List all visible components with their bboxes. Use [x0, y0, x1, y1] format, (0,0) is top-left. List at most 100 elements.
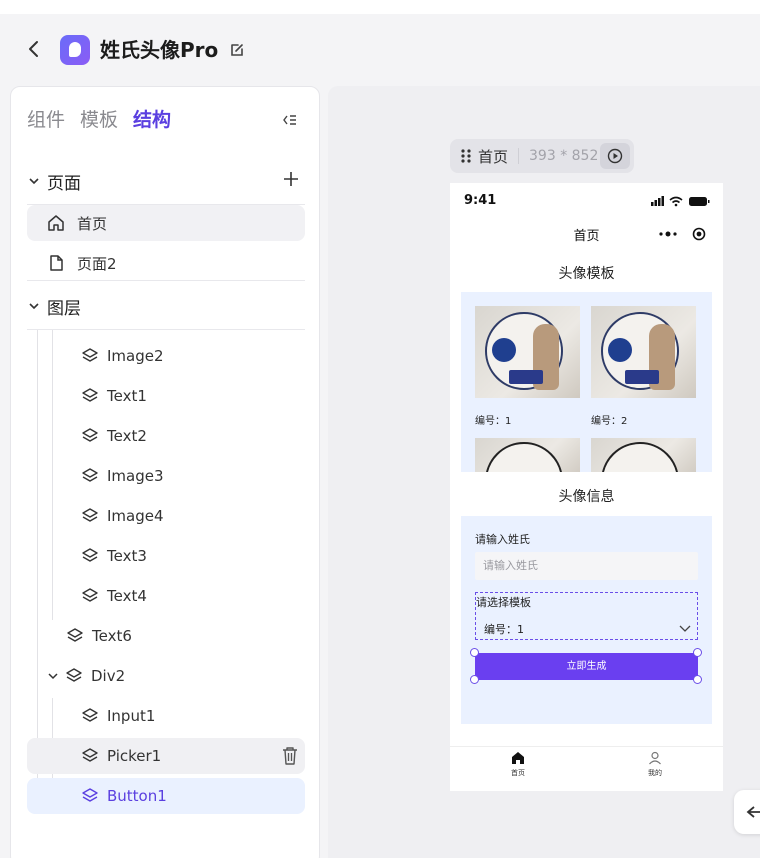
app-name: 姓氏头像Pro: [100, 38, 219, 62]
layer-item-label: Text4: [107, 587, 147, 605]
layer-item-label: Div2: [91, 667, 126, 685]
template-image: [475, 438, 580, 472]
chevron-left-icon: [29, 41, 38, 57]
phone-preview[interactable]: 9:41 首页 头像模板 编号：1 编号：2 头像信息 请输入姓氏 请输入姓氏 …: [450, 183, 723, 791]
tab-components[interactable]: 组件: [27, 107, 65, 133]
surname-label: 请输入姓氏: [475, 533, 530, 546]
template-section-title: 头像模板: [558, 266, 615, 282]
divider: [518, 148, 520, 164]
app-logo: [60, 35, 90, 65]
divider: [27, 280, 305, 281]
resize-handle[interactable]: [693, 675, 702, 684]
divider: [27, 329, 305, 330]
template-image: [591, 438, 696, 472]
add-page-icon[interactable]: [281, 169, 301, 189]
layer-item-image4[interactable]: Image4: [81, 498, 164, 534]
tabbar-label: 我的: [648, 769, 662, 777]
page-item-page2[interactable]: 页面2: [27, 245, 305, 281]
back-button[interactable]: [24, 38, 44, 60]
tabbar-profile[interactable]: 我的: [625, 751, 685, 778]
window-top-strip: [0, 0, 760, 14]
generate-button[interactable]: 立即生成: [475, 653, 698, 680]
structure-panel: 组件 模板 结构 页面 首页 页面2 图层 Image2 Text1 Text2: [10, 86, 320, 858]
layer-item-button1[interactable]: Button1: [27, 778, 305, 814]
layer-item-label: Input1: [107, 707, 156, 725]
template-label: 编号：2: [591, 416, 628, 427]
page-item-label: 页面2: [77, 254, 117, 273]
info-section-title: 头像信息: [558, 489, 615, 505]
layer-item-text6[interactable]: Text6: [66, 618, 132, 654]
file-icon: [50, 255, 63, 271]
return-arrow-icon: [746, 806, 760, 818]
layers-icon: [66, 668, 82, 682]
layer-item-label: Image2: [107, 347, 164, 365]
chevron-down-icon[interactable]: [47, 670, 59, 682]
tree-guide-line: [52, 330, 53, 620]
tab-templates[interactable]: 模板: [80, 107, 118, 133]
resize-handle[interactable]: [693, 648, 702, 657]
layers-icon: [82, 428, 98, 442]
layers-icon: [82, 548, 98, 562]
layer-item-text3[interactable]: Text3: [81, 538, 147, 574]
picker-label: 请选择模板: [476, 596, 531, 609]
pages-section-label: 页面: [47, 173, 81, 194]
template-picker[interactable]: 请选择模板 编号：1: [475, 592, 698, 640]
design-canvas[interactable]: 首页 393 * 852 9:41 首页 头像模板 编号：1 编号：2 头像信息…: [328, 86, 760, 858]
info-form: 请输入姓氏 请输入姓氏 请选择模板 编号：1 立即生成: [461, 516, 712, 724]
page-item-home[interactable]: 首页: [27, 205, 305, 241]
layer-item-label: Text6: [92, 627, 132, 645]
template-label: 编号：1: [475, 416, 512, 427]
template-image: [591, 306, 696, 398]
layer-item-image2[interactable]: Image2: [81, 338, 164, 374]
layer-item-div2[interactable]: Div2: [47, 658, 125, 694]
layer-item-label: Text2: [107, 427, 147, 445]
template-card[interactable]: [591, 438, 696, 472]
layers-icon: [82, 588, 98, 602]
template-card[interactable]: 编号：2: [591, 306, 696, 427]
tabbar-label: 首页: [511, 769, 525, 777]
layers-icon: [82, 388, 98, 402]
layer-item-input1[interactable]: Input1: [81, 698, 155, 734]
preview-button[interactable]: [600, 143, 630, 169]
pages-section-header[interactable]: 页面: [27, 169, 307, 194]
layer-item-label: Image3: [107, 467, 164, 485]
layer-item-label: Button1: [107, 787, 167, 805]
layer-item-label: Text3: [107, 547, 147, 565]
chevron-down-icon: [29, 303, 39, 310]
layer-item-label: Picker1: [107, 747, 162, 765]
layers-icon: [82, 468, 98, 482]
template-card[interactable]: 编号：1: [475, 306, 580, 427]
drag-handle-icon[interactable]: [460, 148, 472, 164]
floating-tool-button[interactable]: [734, 790, 760, 834]
edit-icon[interactable]: [229, 42, 245, 58]
resize-handle[interactable]: [470, 675, 479, 684]
layer-item-text1[interactable]: Text1: [81, 378, 147, 414]
resize-handle[interactable]: [470, 648, 479, 657]
collapse-panel-icon[interactable]: [281, 111, 299, 129]
layer-item-text2[interactable]: Text2: [81, 418, 147, 454]
trash-icon[interactable]: [281, 746, 299, 766]
layers-icon: [67, 628, 83, 642]
layers-icon: [82, 708, 98, 722]
app-header: 姓氏头像Pro: [0, 14, 760, 86]
template-image: [475, 306, 580, 398]
layer-item-text4[interactable]: Text4: [81, 578, 147, 614]
tabbar-home[interactable]: 首页: [488, 751, 548, 778]
frame-name: 首页: [478, 147, 509, 166]
status-time: 9:41: [464, 193, 497, 208]
chevron-down-icon: [29, 178, 39, 185]
status-bar: 9:41: [450, 183, 723, 217]
panel-tabs: 组件 模板 结构: [27, 107, 171, 133]
surname-input[interactable]: 请输入姓氏: [475, 552, 698, 580]
tab-structure[interactable]: 结构: [133, 107, 171, 133]
layer-item-picker1[interactable]: Picker1: [27, 738, 305, 774]
template-card[interactable]: [475, 438, 580, 472]
play-icon: [607, 148, 623, 164]
layers-section-header[interactable]: 图层: [27, 294, 307, 319]
layers-section-label: 图层: [47, 298, 81, 319]
layers-icon: [82, 348, 98, 362]
frame-toolbar[interactable]: 首页 393 * 852: [450, 139, 634, 173]
layer-item-image3[interactable]: Image3: [81, 458, 164, 494]
home-icon: [512, 752, 524, 764]
mini-program-capsule[interactable]: [655, 223, 715, 245]
